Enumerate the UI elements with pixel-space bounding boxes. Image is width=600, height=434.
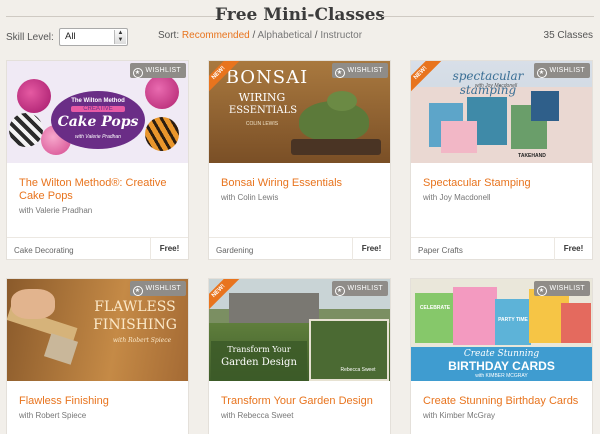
sort-label: Sort: <box>158 30 180 41</box>
class-thumbnail[interactable]: The Wilton Method CREATIVE Cake Pops wit… <box>7 61 188 163</box>
class-thumbnail[interactable]: BONSAI WIRING ESSENTIALS COLIN LEWIS NEW… <box>209 61 390 163</box>
wishlist-button[interactable]: ★ WISHLIST <box>331 281 388 296</box>
thumbnail-caption: ESSENTIALS <box>228 105 298 116</box>
skill-level-label: Skill Level: <box>6 32 54 43</box>
class-instructor: with Colin Lewis <box>221 193 279 202</box>
select-arrows-icon: ▲ ▼ <box>114 30 126 44</box>
class-card[interactable]: CELEBRATE PARTY TIME Create Stunning BIR… <box>410 278 593 434</box>
filter-toolbar: Skill Level: All ▲ ▼ Sort: Recommended / … <box>0 28 600 48</box>
class-title[interactable]: Bonsai Wiring Essentials <box>221 177 381 190</box>
star-icon: ★ <box>334 286 345 296</box>
thumbnail-caption: Cake Pops <box>57 114 139 130</box>
sort-separator: / <box>314 30 318 41</box>
class-title[interactable]: Transform Your Garden Design <box>221 395 381 408</box>
class-title[interactable]: Create Stunning Birthday Cards <box>423 395 583 408</box>
thumbnail-caption: FLAWLESS <box>94 299 176 315</box>
skill-level-value: All <box>65 31 76 42</box>
wishlist-label: WISHLIST <box>145 285 181 292</box>
class-count: 35 Classes <box>543 30 593 41</box>
wishlist-button[interactable]: ★ WISHLIST <box>331 63 388 78</box>
wishlist-label: WISHLIST <box>347 285 383 292</box>
card-footer: Paper Crafts Free! <box>411 237 592 260</box>
class-title[interactable]: The Wilton Method®: Creative Cake Pops <box>19 177 179 203</box>
wishlist-button[interactable]: ★ WISHLIST <box>129 281 186 296</box>
thumbnail-caption: with Joy Macdonell <box>474 83 518 89</box>
thumbnail-caption: Create Stunning <box>463 349 540 359</box>
class-instructor: with Valerie Pradhan <box>19 206 93 215</box>
class-card[interactable]: FLAWLESS FINISHING with Robert Spiece ★ W… <box>6 278 189 434</box>
star-icon: ★ <box>536 286 547 296</box>
star-icon: ★ <box>334 68 345 78</box>
class-thumbnail[interactable]: Transform Your Garden Design Rebecca Swe… <box>209 279 390 381</box>
class-card[interactable]: Transform Your Garden Design Rebecca Swe… <box>208 278 391 434</box>
skill-level-select[interactable]: All ▲ ▼ <box>59 28 128 46</box>
thumbnail-caption: Garden Design <box>221 357 297 368</box>
wishlist-button[interactable]: ★ WISHLIST <box>533 281 590 296</box>
sort-options: Sort: Recommended / Alphabetical / Instr… <box>158 30 362 41</box>
class-instructor: with Rebecca Sweet <box>221 411 294 420</box>
class-price: Free! <box>352 238 390 260</box>
thumbnail-caption: Transform Your <box>227 345 291 354</box>
thumbnail-caption: WIRING <box>238 91 286 104</box>
thumbnail-caption: COLIN LEWIS <box>245 121 279 127</box>
class-card[interactable]: spectacular stamping with Joy Macdonell … <box>410 60 593 260</box>
thumbnail-caption: TAKEHAND <box>518 153 546 159</box>
class-card[interactable]: BONSAI WIRING ESSENTIALS COLIN LEWIS NEW… <box>208 60 391 260</box>
card-footer: Gardening Free! <box>209 237 390 260</box>
wishlist-label: WISHLIST <box>549 285 585 292</box>
wishlist-label: WISHLIST <box>549 67 585 74</box>
class-thumbnail[interactable]: spectacular stamping with Joy Macdonell … <box>411 61 592 163</box>
class-price: Free! <box>150 238 188 260</box>
thumbnail-caption: CREATIVE <box>71 106 125 112</box>
class-category: Cake Decorating <box>14 246 74 255</box>
class-instructor: with Robert Spiece <box>19 411 87 420</box>
thumbnail-caption: FINISHING <box>93 317 177 333</box>
class-price: Free! <box>554 238 592 260</box>
class-title[interactable]: Flawless Finishing <box>19 395 179 408</box>
class-instructor: with Kimber McGray <box>423 411 496 420</box>
title-rule-right <box>382 16 594 17</box>
thumbnail-caption: The Wilton Method <box>71 98 125 104</box>
class-card[interactable]: The Wilton Method CREATIVE Cake Pops wit… <box>6 60 189 260</box>
star-icon: ★ <box>132 286 143 296</box>
class-thumbnail[interactable]: FLAWLESS FINISHING with Robert Spiece ★ W… <box>7 279 188 381</box>
class-category: Gardening <box>216 246 254 255</box>
wishlist-label: WISHLIST <box>347 67 383 74</box>
sort-recommended-link[interactable]: Recommended <box>182 30 250 41</box>
class-title[interactable]: Spectacular Stamping <box>423 177 583 190</box>
thumbnail-caption: BONSAI <box>225 67 309 88</box>
thumbnail-caption: BIRTHDAY CARDS <box>448 359 555 373</box>
star-icon: ★ <box>132 68 143 78</box>
class-instructor: with Joy Macdonell <box>423 193 491 202</box>
thumbnail-caption: with Robert Spiece <box>112 337 172 344</box>
class-thumbnail[interactable]: CELEBRATE PARTY TIME Create Stunning BIR… <box>411 279 592 381</box>
page-title: Free Mini-Classes <box>215 5 385 25</box>
sort-separator: / <box>252 30 256 41</box>
thumbnail-caption: CELEBRATE <box>419 305 451 311</box>
thumbnail-caption: with Valerie Pradhan <box>75 134 121 140</box>
thumbnail-caption: PARTY TIME <box>498 317 528 323</box>
thumbnail-caption: with KIMBER MCGRAY <box>475 373 528 379</box>
wishlist-button[interactable]: ★ WISHLIST <box>533 63 590 78</box>
sort-instructor-link[interactable]: Instructor <box>320 30 362 41</box>
wishlist-label: WISHLIST <box>145 67 181 74</box>
class-category: Paper Crafts <box>418 246 463 255</box>
thumbnail-caption: Rebecca Sweet <box>340 367 376 373</box>
sort-alphabetical-link[interactable]: Alphabetical <box>258 30 312 41</box>
star-icon: ★ <box>536 68 547 78</box>
card-footer: Cake Decorating Free! <box>7 237 188 260</box>
wishlist-button[interactable]: ★ WISHLIST <box>129 63 186 78</box>
